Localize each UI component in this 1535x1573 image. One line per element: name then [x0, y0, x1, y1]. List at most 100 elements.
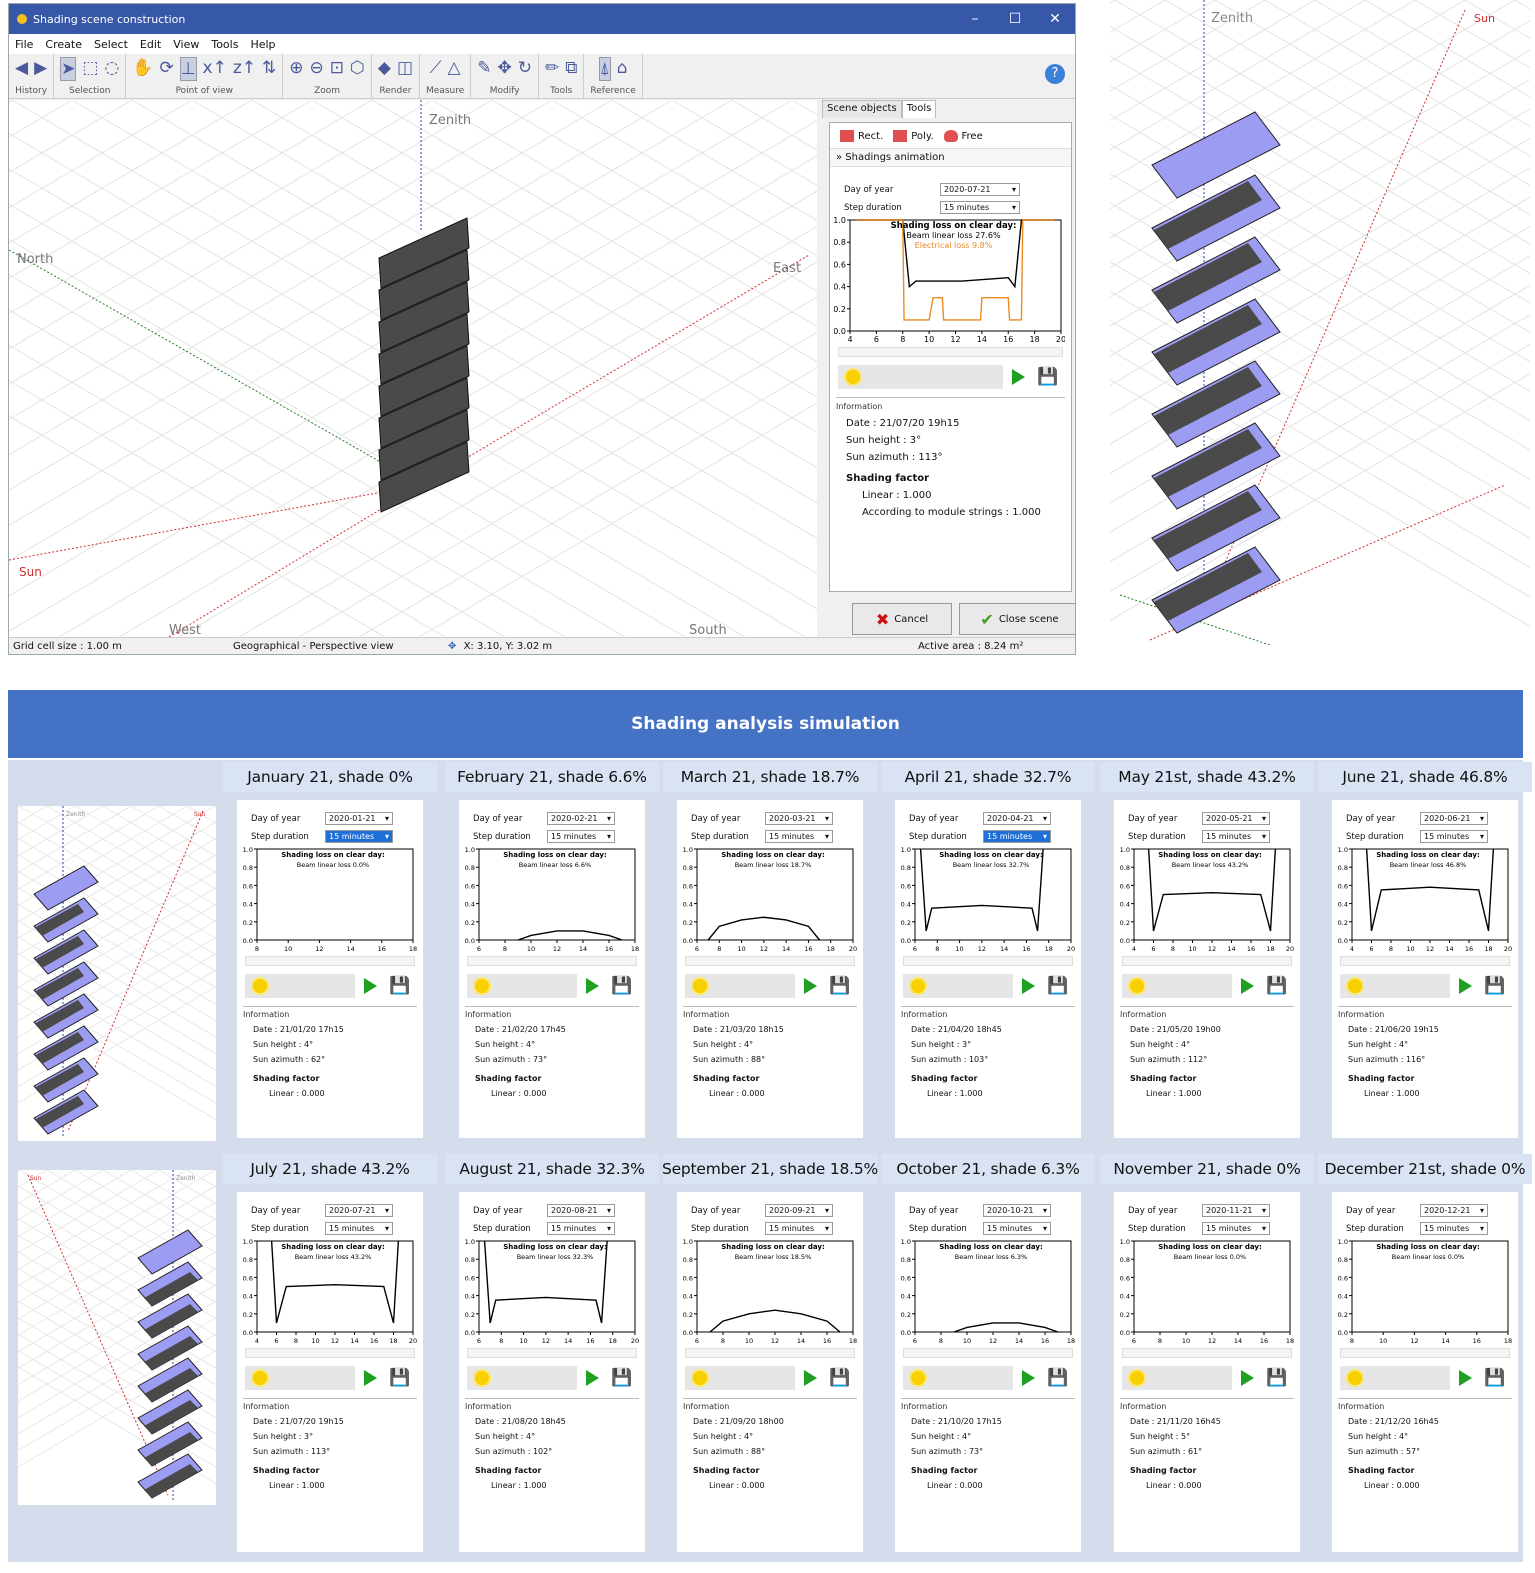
pencil-icon[interactable]: ✏ — [545, 57, 559, 79]
chart-scrollbar[interactable] — [838, 347, 1063, 357]
step-select[interactable]: 15 minutes ▾ — [983, 1222, 1051, 1235]
step-select[interactable]: 15 minutes ▾ — [765, 1222, 833, 1235]
save-button[interactable]: 💾 — [1043, 1366, 1073, 1390]
close-scene-button[interactable]: ✔ Close scene — [959, 603, 1075, 635]
sun-position-bar[interactable] — [467, 974, 577, 998]
sun-position-bar[interactable] — [1340, 1366, 1450, 1390]
minimize-button[interactable]: – — [955, 4, 995, 34]
zoom-fit-icon[interactable]: ⬡ — [350, 57, 365, 79]
play-button[interactable] — [1003, 365, 1033, 389]
step-select[interactable]: 15 minutes ▾ — [1420, 830, 1488, 843]
chart-scrollbar[interactable] — [685, 956, 855, 966]
menu-select[interactable]: Select — [88, 38, 134, 51]
menu-create[interactable]: Create — [39, 38, 88, 51]
tab-scene-objects[interactable]: Scene objects — [822, 100, 902, 118]
save-button[interactable]: 💾 — [607, 1366, 637, 1390]
step-select[interactable]: 15 minutes ▾ — [940, 201, 1020, 214]
sun-position-bar[interactable] — [838, 365, 1003, 389]
save-button[interactable]: 💾 — [1033, 365, 1063, 389]
chart-scrollbar[interactable] — [903, 1348, 1073, 1358]
cancel-button[interactable]: ✖ Cancel — [852, 603, 952, 635]
save-button[interactable]: 💾 — [607, 974, 637, 998]
step-select[interactable]: 15 minutes ▾ — [1420, 1222, 1488, 1235]
step-select[interactable]: 15 minutes ▾ — [1202, 830, 1270, 843]
play-button[interactable] — [355, 1366, 385, 1390]
shadings-animation-header[interactable]: » Shadings animation — [830, 149, 1071, 167]
scene-canvas[interactable]: Zenith North East Sun West South — [9, 100, 817, 637]
day-select[interactable]: 2020-06-21 ▾ — [1420, 812, 1488, 825]
poly-button[interactable]: Poly. — [893, 129, 934, 142]
modify-icon[interactable]: ✎ — [477, 57, 491, 79]
chart-scrollbar[interactable] — [467, 956, 637, 966]
sun-position-bar[interactable] — [903, 974, 1013, 998]
chart-scrollbar[interactable] — [467, 1348, 637, 1358]
help-icon[interactable]: ? — [1045, 64, 1065, 84]
day-select[interactable]: 2020-10-21 ▾ — [983, 1204, 1051, 1217]
save-button[interactable]: 💾 — [385, 974, 415, 998]
play-button[interactable] — [1013, 1366, 1043, 1390]
step-select[interactable]: 15 minutes ▾ — [765, 830, 833, 843]
sun-position-bar[interactable] — [245, 1366, 355, 1390]
chart-scrollbar[interactable] — [1122, 1348, 1292, 1358]
sun-position-bar[interactable] — [685, 974, 795, 998]
save-button[interactable]: 💾 — [385, 1366, 415, 1390]
zoom-box-icon[interactable]: ⊡ — [330, 57, 344, 79]
sun-position-bar[interactable] — [1340, 974, 1450, 998]
play-button[interactable] — [1232, 974, 1262, 998]
sun-position-bar[interactable] — [903, 1366, 1013, 1390]
chart-scrollbar[interactable] — [685, 1348, 855, 1358]
step-select[interactable]: 15 minutes ▾ — [547, 830, 615, 843]
zoom-out-icon[interactable]: ⊖ — [310, 57, 324, 79]
save-button[interactable]: 💾 — [825, 1366, 855, 1390]
chart-scrollbar[interactable] — [903, 956, 1073, 966]
menu-file[interactable]: File — [9, 38, 39, 51]
day-select[interactable]: 2020-12-21 ▾ — [1420, 1204, 1488, 1217]
day-select[interactable]: 2020-08-21 ▾ — [547, 1204, 615, 1217]
step-select[interactable]: 15 minutes ▾ — [325, 830, 393, 843]
chart-scrollbar[interactable] — [1340, 1348, 1510, 1358]
step-select[interactable]: 15 minutes ▾ — [547, 1222, 615, 1235]
rect-button[interactable]: Rect. — [840, 129, 883, 142]
sun-position-bar[interactable] — [245, 974, 355, 998]
move-icon[interactable]: ✥ — [498, 57, 512, 79]
play-button[interactable] — [355, 974, 385, 998]
menu-view[interactable]: View — [167, 38, 205, 51]
save-button[interactable]: 💾 — [1480, 1366, 1510, 1390]
sun-position-bar[interactable] — [1122, 1366, 1232, 1390]
zoom-in-icon[interactable]: ⊕ — [289, 57, 303, 79]
play-button[interactable] — [1232, 1366, 1262, 1390]
day-select[interactable]: 2020-05-21 ▾ — [1202, 812, 1270, 825]
view-x-icon[interactable]: x↑ — [203, 57, 227, 81]
play-button[interactable] — [1013, 974, 1043, 998]
play-button[interactable] — [1450, 1366, 1480, 1390]
sun-position-bar[interactable] — [467, 1366, 577, 1390]
sun-position-bar[interactable] — [1122, 974, 1232, 998]
day-select[interactable]: 2020-04-21 ▾ — [983, 812, 1051, 825]
day-select[interactable]: 2020-11-21 ▾ — [1202, 1204, 1270, 1217]
chart-scrollbar[interactable] — [1122, 956, 1292, 966]
wire-render-icon[interactable]: ◫ — [397, 57, 413, 79]
free-button[interactable]: Free — [943, 129, 983, 142]
pointer-icon[interactable]: ➤ — [60, 57, 77, 81]
play-button[interactable] — [795, 974, 825, 998]
save-button[interactable]: 💾 — [825, 974, 855, 998]
play-button[interactable] — [795, 1366, 825, 1390]
view-z-icon[interactable]: z↑ — [233, 57, 256, 81]
forward-icon[interactable]: ▶ — [34, 57, 47, 79]
3d-viewport[interactable]: Zenith North East Sun West South — [9, 100, 817, 637]
chart-scrollbar[interactable] — [245, 956, 415, 966]
day-select[interactable]: 2020-02-21 ▾ — [547, 812, 615, 825]
chart-scrollbar[interactable] — [245, 1348, 415, 1358]
day-select[interactable]: 2020-09-21 ▾ — [765, 1204, 833, 1217]
day-select[interactable]: 2020-03-21 ▾ — [765, 812, 833, 825]
solid-render-icon[interactable]: ◆ — [378, 57, 391, 79]
save-button[interactable]: 💾 — [1043, 974, 1073, 998]
save-button[interactable]: 💾 — [1262, 974, 1292, 998]
step-select[interactable]: 15 minutes ▾ — [983, 830, 1051, 843]
day-select[interactable]: 2020-01-21 ▾ — [325, 812, 393, 825]
measure-angle-icon[interactable]: △ — [448, 57, 461, 79]
maximize-button[interactable]: ☐ — [995, 4, 1035, 34]
axes-icon[interactable]: ⊥ — [179, 57, 197, 81]
back-icon[interactable]: ◀ — [15, 57, 28, 79]
menu-help[interactable]: Help — [244, 38, 281, 51]
